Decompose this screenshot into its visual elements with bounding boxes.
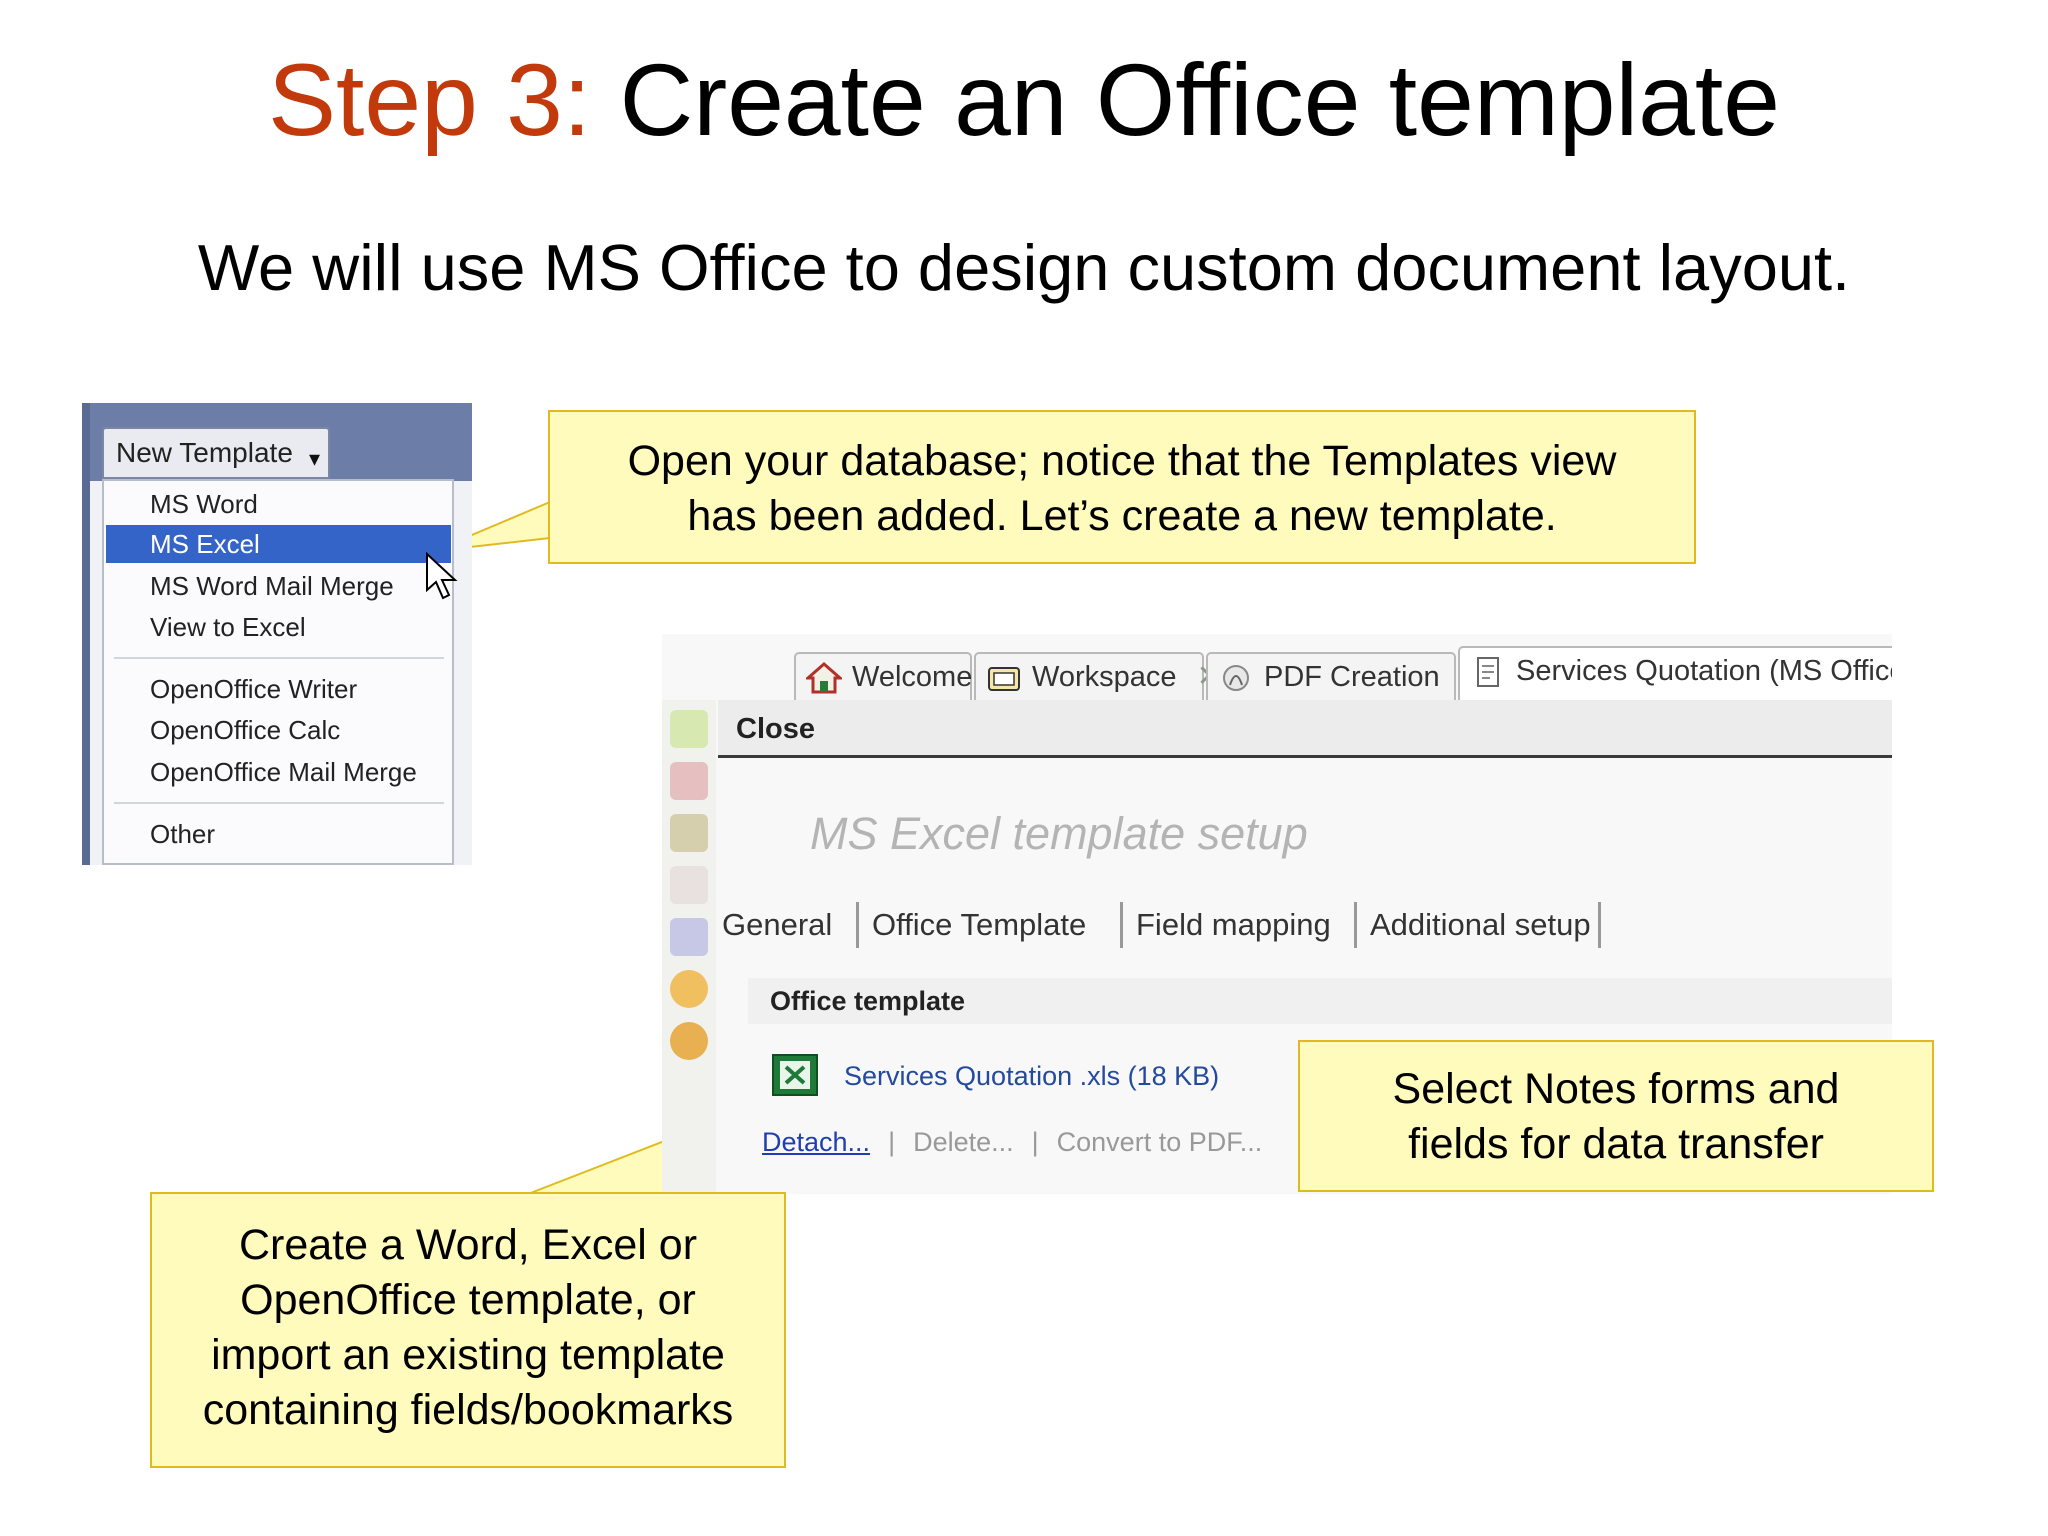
excel-file-icon bbox=[772, 1054, 818, 1096]
menu-item-other[interactable]: Other bbox=[106, 815, 451, 853]
callout-right-line-2: fields for data transfer bbox=[1408, 1120, 1824, 1168]
callout-right-line-1: Select Notes forms and bbox=[1392, 1065, 1840, 1113]
tab-workspace[interactable]: Workspace ✕ bbox=[974, 652, 1222, 702]
menu-item-ms-word[interactable]: MS Word bbox=[106, 485, 451, 523]
tab-strip: Welcome Workspace ✕ PDF Creation ✕ bbox=[722, 644, 1892, 702]
checkmark-icon[interactable] bbox=[670, 970, 708, 1008]
delete-link[interactable]: Delete... bbox=[913, 1127, 1014, 1157]
callout-bottom-line-3: import an existing template bbox=[211, 1331, 725, 1379]
callout-bottom-line-2: OpenOffice template, or bbox=[240, 1276, 696, 1324]
subtab-separator bbox=[856, 902, 859, 948]
subtab-field-mapping[interactable]: Field mapping bbox=[1136, 900, 1331, 950]
pdf-creation-icon bbox=[1223, 665, 1249, 691]
callout-bottom-line-1: Create a Word, Excel or bbox=[238, 1221, 698, 1269]
subtab-separator bbox=[1354, 902, 1357, 948]
callout-open-database: Open your database; notice that the Temp… bbox=[548, 410, 1696, 564]
template-menu-screenshot: New Template ▾ MS Word MS Excel MS Word … bbox=[82, 403, 472, 865]
document-icon bbox=[1477, 657, 1499, 687]
menu-left-edge bbox=[82, 403, 90, 865]
new-template-menu: MS Word MS Excel MS Word Mail Merge View… bbox=[102, 479, 454, 865]
chevron-down-icon: ▾ bbox=[308, 446, 320, 471]
template-actions: Detach... | Delete... | Convert to PDF... bbox=[762, 1122, 1262, 1162]
subtab-separator bbox=[1598, 902, 1601, 948]
menu-item-ms-word-mail-merge[interactable]: MS Word Mail Merge bbox=[106, 567, 451, 605]
pdf-icon[interactable] bbox=[670, 762, 708, 800]
menu-separator bbox=[114, 802, 444, 804]
tab-pdf-creation[interactable]: PDF Creation ✕ bbox=[1206, 652, 1485, 702]
close-button[interactable]: Close bbox=[736, 713, 815, 745]
tab-services-quotation[interactable]: Services Quotation (MS Office) ✕ bbox=[1458, 646, 1892, 702]
workspace-icon bbox=[988, 667, 1020, 691]
mouse-cursor-icon bbox=[426, 552, 458, 600]
new-template-label: New Template bbox=[116, 437, 293, 468]
subtab-separator bbox=[1120, 902, 1123, 948]
tab-workspace-label: Workspace bbox=[1032, 661, 1177, 693]
sidebar-icons bbox=[662, 700, 716, 1194]
subtab-additional-setup[interactable]: Additional setup bbox=[1370, 900, 1591, 950]
detach-link[interactable]: Detach... bbox=[762, 1127, 870, 1157]
calendar-icon[interactable] bbox=[670, 918, 708, 956]
menu-separator bbox=[114, 657, 444, 659]
template-file-link[interactable]: Services Quotation .xls (18 KB) bbox=[844, 1056, 1219, 1096]
form-icon[interactable] bbox=[670, 814, 708, 852]
tab-services-quotation-label: Services Quotation (MS Office) bbox=[1516, 655, 1892, 687]
menu-item-view-to-excel[interactable]: View to Excel bbox=[106, 608, 451, 646]
menu-item-openoffice-mail-merge[interactable]: OpenOffice Mail Merge bbox=[106, 753, 451, 791]
callout-top-line-1: Open your database; notice that the Temp… bbox=[627, 437, 1617, 485]
menu-item-openoffice-calc[interactable]: OpenOffice Calc bbox=[106, 711, 451, 749]
new-template-button[interactable]: New Template ▾ bbox=[102, 427, 330, 479]
convert-to-pdf-link[interactable]: Convert to PDF... bbox=[1057, 1127, 1263, 1157]
callout-select-fields: Select Notes forms and fields for data t… bbox=[1298, 1040, 1934, 1192]
menu-item-ms-excel[interactable]: MS Excel bbox=[106, 525, 451, 563]
menu-item-openoffice-writer[interactable]: OpenOffice Writer bbox=[106, 670, 451, 708]
clipboard-icon[interactable] bbox=[670, 866, 708, 904]
subtab-office-template[interactable]: Office Template bbox=[872, 900, 1086, 950]
landscape-icon[interactable] bbox=[670, 710, 708, 748]
close-bar: Close bbox=[718, 700, 1892, 758]
tab-welcome[interactable]: Welcome bbox=[794, 652, 972, 702]
action-separator: | bbox=[1031, 1127, 1039, 1157]
callout-create-template: Create a Word, Excel or OpenOffice templ… bbox=[150, 1192, 786, 1468]
callout-top-line-2: has been added. Let’s create a new templ… bbox=[687, 492, 1557, 540]
chart-icon[interactable] bbox=[670, 1022, 708, 1060]
tab-pdf-creation-label: PDF Creation bbox=[1264, 661, 1440, 693]
home-icon bbox=[806, 662, 842, 694]
action-separator: | bbox=[888, 1127, 896, 1157]
form-title: MS Excel template setup bbox=[810, 808, 1308, 859]
tab-welcome-label: Welcome bbox=[852, 661, 973, 693]
section-office-template: Office template bbox=[748, 978, 1892, 1024]
subtab-general[interactable]: General bbox=[722, 900, 832, 950]
callout-bottom-line-4: containing fields/bookmarks bbox=[202, 1386, 734, 1434]
